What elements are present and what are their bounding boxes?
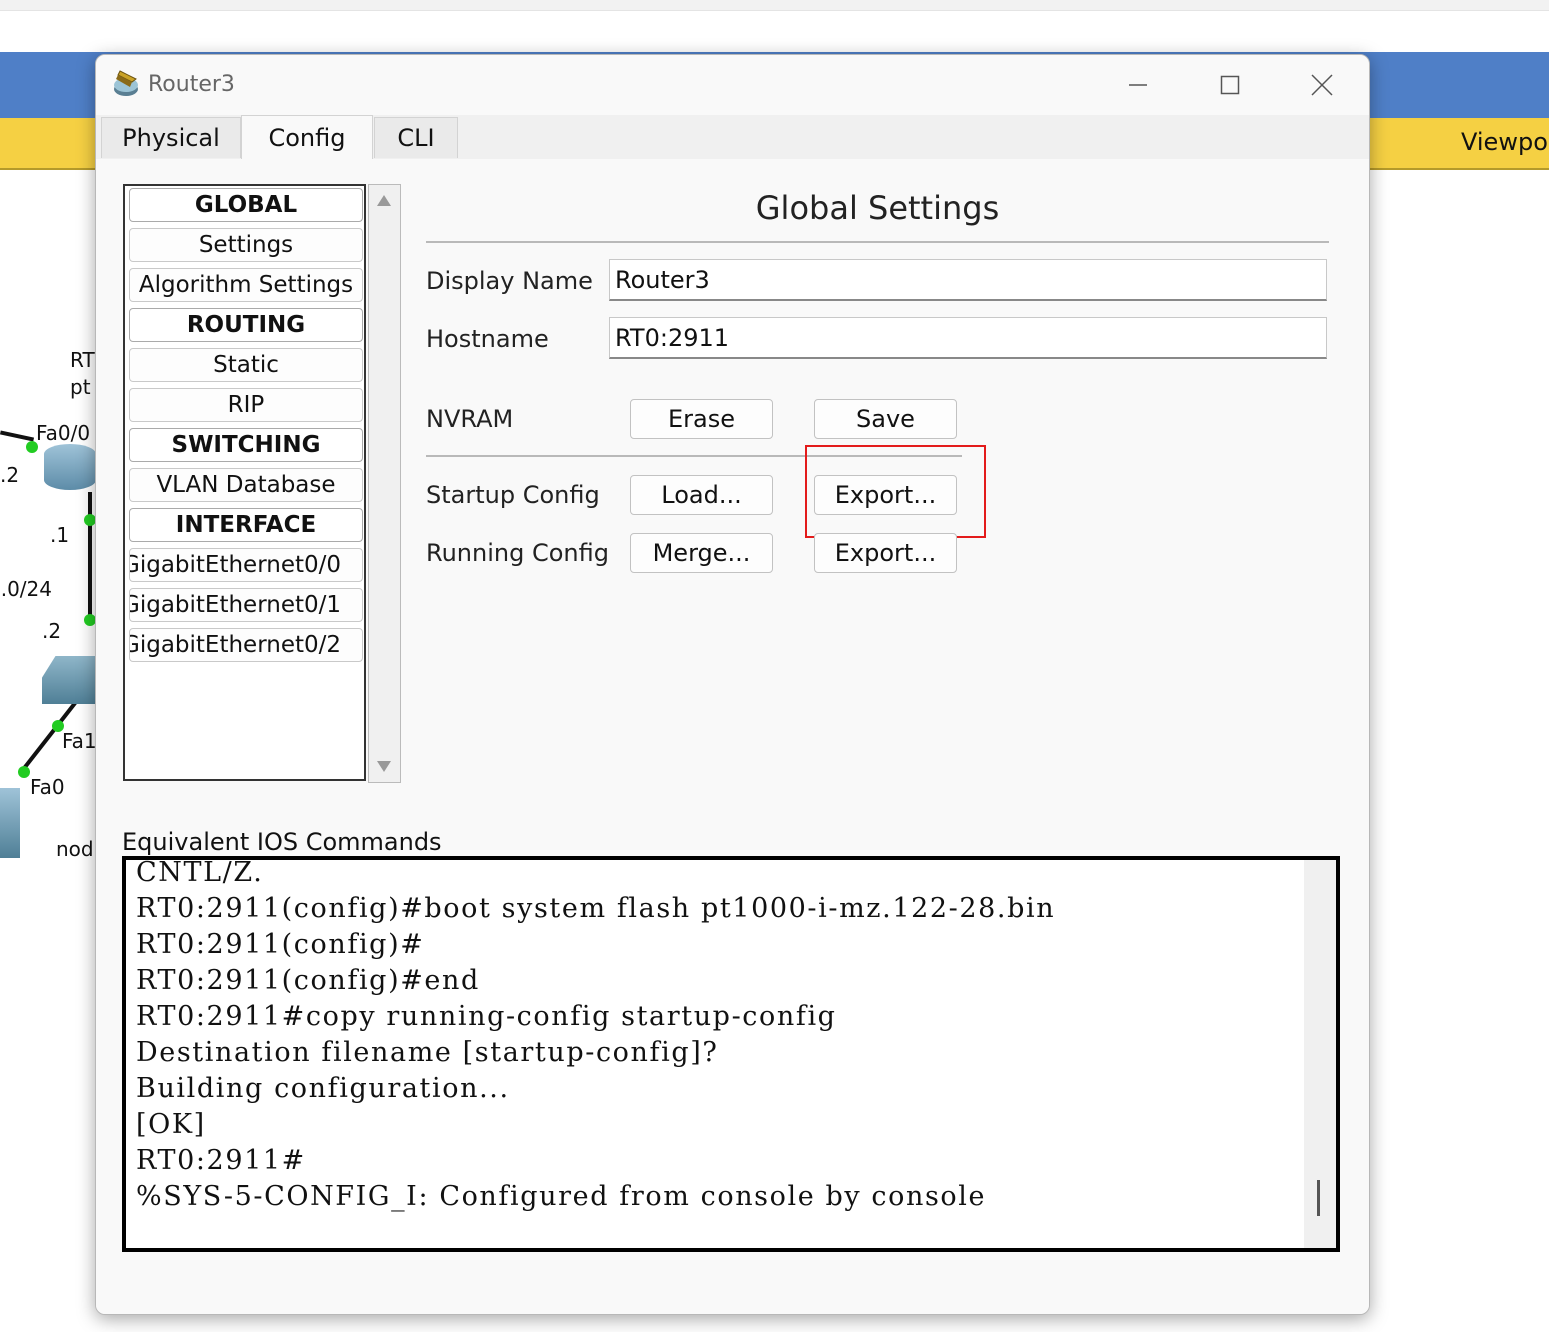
window-titlebar[interactable]: Router3 [96,55,1369,115]
console-line: [OK] [136,1109,206,1140]
nav-header-global: GLOBAL [129,188,363,222]
nav-item-label: GigabitEthernet0/2 [129,632,342,658]
router-app-icon [112,69,144,99]
erase-button[interactable]: Erase [630,399,773,439]
console-scroll-thumb[interactable] [1317,1180,1320,1216]
nav-item-static[interactable]: Static [129,348,363,382]
display-name-field[interactable]: Router3 [609,259,1327,301]
nav-header-interface: INTERFACE [129,508,363,542]
startup-load-button[interactable]: Load... [630,475,773,515]
tab-bar: Physical Config CLI [96,115,1369,160]
nav-item-label: GigabitEthernet0/0 [129,552,342,578]
topology-label: pt [70,375,91,399]
maximize-icon [1220,75,1240,95]
viewport-label[interactable]: Viewpo [1461,128,1548,156]
pc-icon[interactable] [0,788,20,858]
nvram-label: NVRAM [426,405,514,433]
nav-item-settings[interactable]: Settings [129,228,363,262]
ios-commands-console[interactable]: CNTL/Z. RT0:2911(config)#boot system fla… [122,856,1340,1252]
console-line: RT0:2911# [136,1145,306,1176]
scroll-up-icon[interactable] [377,195,391,206]
console-line: RT0:2911(config)#boot system flash pt100… [136,893,1056,924]
tab-config[interactable]: Config [241,115,373,159]
hostname-field[interactable]: RT0:2911 [609,317,1327,359]
topology-label: Fa1 [62,729,97,753]
nav-scrollbar[interactable] [368,184,401,783]
console-scrollbar[interactable] [1304,860,1336,1248]
nav-item-gigabitethernet0-2[interactable]: GigabitEthernet0/2 [129,628,363,662]
topology-label: 2.0/24 [0,577,52,601]
section-divider [426,241,1329,243]
config-panel: GLOBAL Settings Algorithm Settings ROUTI… [96,159,1369,1314]
background-top-strip [0,0,1549,11]
console-line: Building configuration... [136,1073,510,1104]
section-title: Global Settings [755,189,1000,227]
startup-config-label: Startup Config [426,481,600,509]
nav-item-algorithm-settings[interactable]: Algorithm Settings [129,268,363,302]
topology-link [88,492,92,622]
highlight-annotation [805,445,986,538]
nav-item-gigabitethernet0-0[interactable]: GigabitEthernet0/0 [129,548,363,582]
topology-label: .2 [42,619,62,643]
topology-label: Fa0/0 [36,421,91,445]
tab-physical[interactable]: Physical [101,117,241,158]
save-button[interactable]: Save [814,399,957,439]
topology-label: Fa0 [30,775,65,799]
console-line: Destination filename [startup-config]? [136,1037,719,1068]
running-config-label: Running Config [426,539,609,567]
scroll-down-icon[interactable] [377,761,391,772]
router-icon[interactable] [44,444,96,490]
config-nav-list[interactable]: GLOBAL Settings Algorithm Settings ROUTI… [123,184,366,781]
hostname-label: Hostname [426,325,549,353]
console-line: RT0:2911(config)# [136,929,425,960]
topology-label: .2 [0,463,20,487]
topology-label: nod [56,837,94,861]
close-button[interactable] [1299,65,1345,105]
display-name-label: Display Name [426,267,593,295]
minimize-button[interactable] [1115,65,1161,105]
topology-label: RT [70,348,95,372]
nav-item-vlan-database[interactable]: VLAN Database [129,468,363,502]
nav-header-routing: ROUTING [129,308,363,342]
window-title: Router3 [148,72,235,97]
topology-canvas[interactable]: RT pt Fa0/0 .2 .1 2.0/24 .2 Fa1 Fa0 nod [0,170,97,900]
nav-item-gigabitethernet0-1[interactable]: GigabitEthernet0/1 [129,588,363,622]
ios-commands-label: Equivalent IOS Commands [122,828,442,856]
switch-icon[interactable] [42,656,96,704]
tab-cli[interactable]: CLI [374,117,458,158]
console-line: RT0:2911(config)#end [136,965,480,996]
router-config-window: Router3 Physical Config CLI GLOBAL Setti… [95,54,1370,1315]
topology-label: .1 [50,523,70,547]
running-export-button[interactable]: Export... [814,533,957,573]
link-status-dot [18,766,30,778]
maximize-button[interactable] [1207,65,1253,105]
console-line: %SYS-5-CONFIG_I: Configured from console… [136,1181,987,1212]
close-icon [1311,74,1333,96]
topology-link [0,430,35,442]
running-merge-button[interactable]: Merge... [630,533,773,573]
minimize-icon [1129,84,1147,86]
nav-header-switching: SWITCHING [129,428,363,462]
console-line: CNTL/Z. [136,857,264,888]
nav-item-rip[interactable]: RIP [129,388,363,422]
nav-item-label: GigabitEthernet0/1 [129,592,342,618]
console-line: RT0:2911#copy running-config startup-con… [136,1001,837,1032]
